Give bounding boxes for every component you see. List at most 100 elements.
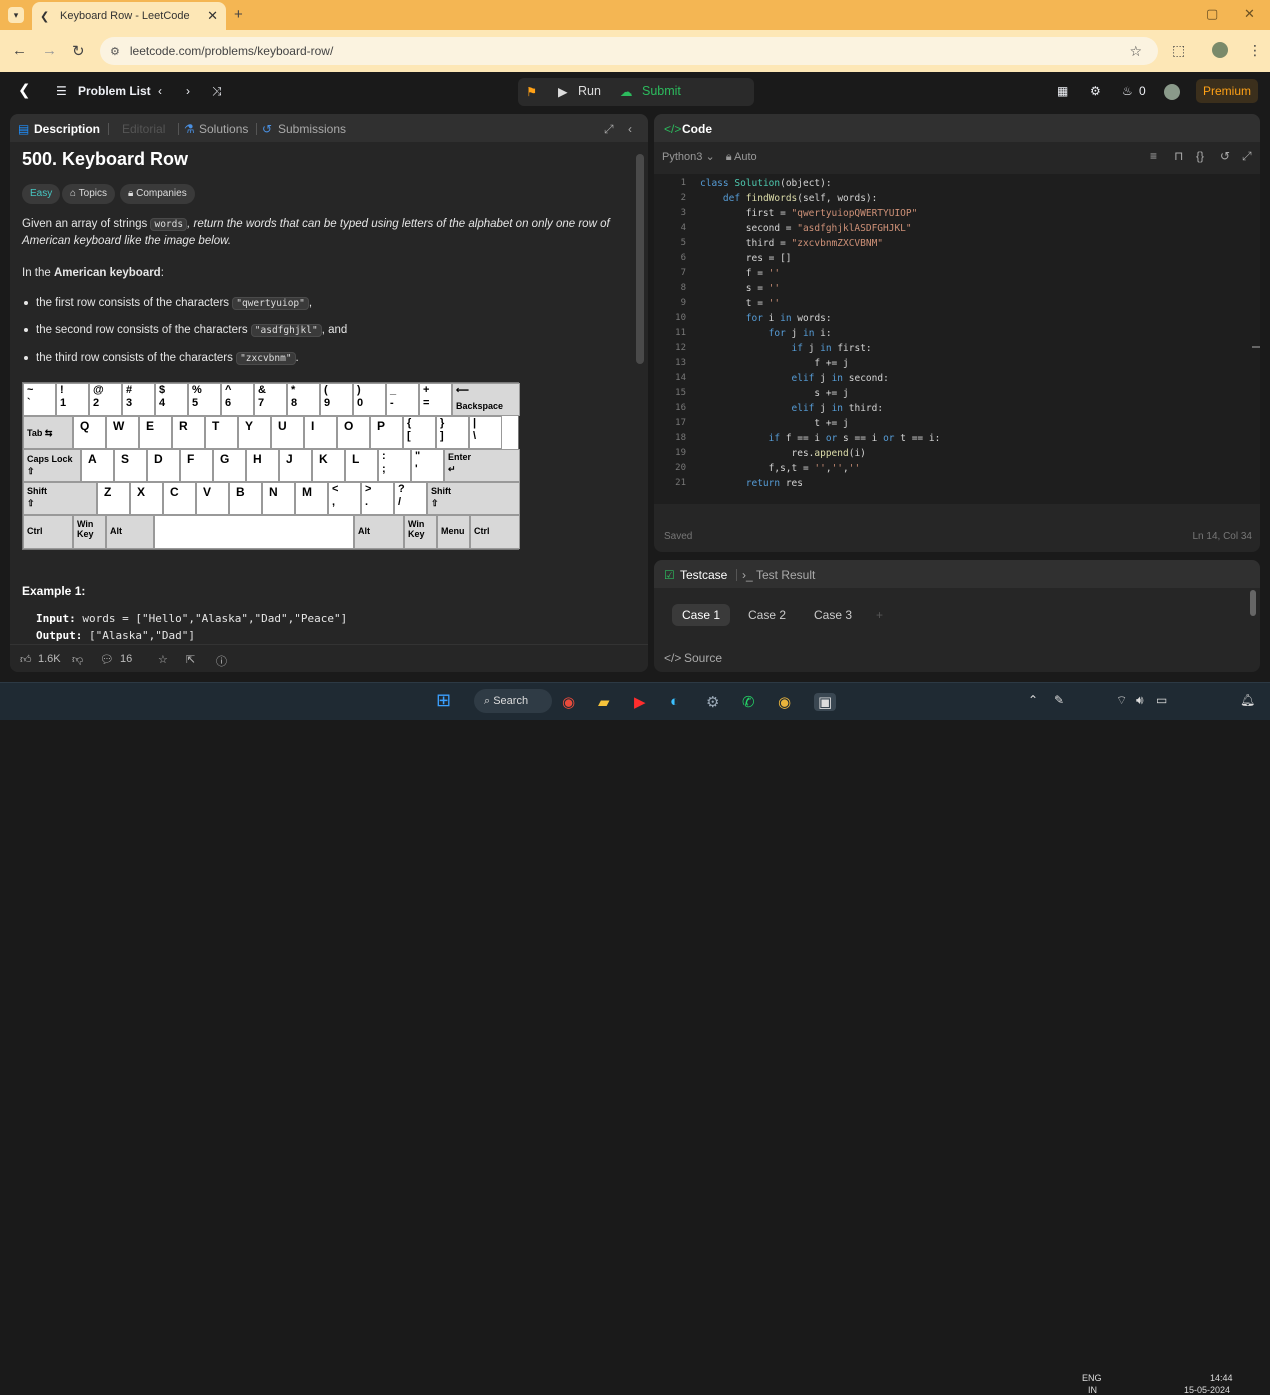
tab-test-result[interactable]: Test Result: [756, 568, 815, 582]
example-1-label: Example 1:: [22, 584, 86, 598]
prev-problem-icon[interactable]: ‹: [158, 84, 162, 98]
key-alt-left: Alt: [106, 515, 154, 549]
forward-icon[interactable]: →: [42, 42, 57, 59]
code-panel: </> Code Python3 ⌄ 🔒︎ Auto ≡ ⊓ {} ↺ ⤢ 1 c…: [654, 114, 1260, 552]
key-R: R: [172, 416, 205, 449]
favorite-star-icon[interactable]: ☆: [158, 653, 168, 666]
settings-gear-icon[interactable]: ⚙: [1090, 84, 1101, 98]
example-output: Output: ["Alaska","Dad"]: [36, 629, 195, 642]
tab-testcase[interactable]: Testcase: [680, 568, 727, 582]
minimize-icon[interactable]: ▢: [1206, 6, 1218, 22]
bookmark-icon[interactable]: ⊓: [1174, 149, 1183, 163]
key-label: ~: [27, 384, 34, 396]
like-icon[interactable]: 👍︎: [20, 653, 32, 666]
case-1-tab[interactable]: Case 1: [672, 604, 731, 626]
language-indicator[interactable]: ENG: [1082, 1373, 1102, 1383]
key-label: Z: [104, 485, 112, 499]
line-number: 7: [680, 268, 686, 278]
profile-avatar[interactable]: [1212, 42, 1228, 58]
fullscreen-icon[interactable]: ⤢: [1242, 149, 1252, 164]
tab-search-icon[interactable]: ▾: [8, 7, 24, 23]
problem-list-icon[interactable]: ☰: [56, 84, 67, 98]
editor-scrollbar[interactable]: [1252, 346, 1260, 348]
next-problem-icon[interactable]: ›: [186, 84, 190, 98]
code-line: t += j: [700, 418, 849, 429]
description-scrollbar[interactable]: [636, 154, 644, 364]
format-icon[interactable]: ≡: [1150, 149, 1157, 163]
random-problem-icon[interactable]: ⤨: [212, 84, 222, 99]
tab-description[interactable]: Description: [34, 122, 100, 136]
testcase-scrollbar[interactable]: [1250, 590, 1256, 616]
add-case-icon[interactable]: +: [866, 604, 893, 626]
problem-list-link[interactable]: Problem List: [78, 84, 151, 98]
clock-time[interactable]: 14:44: [1210, 1373, 1233, 1383]
browser-tab[interactable]: ❮ Keyboard Row - LeetCode ✕: [32, 2, 226, 30]
tab-solutions[interactable]: Solutions: [199, 122, 248, 136]
topics-chip[interactable]: ⌂ Topics: [62, 184, 115, 204]
bookmark-star-icon[interactable]: ☆: [1129, 43, 1142, 60]
run-button[interactable]: Run: [578, 84, 601, 98]
reload-icon[interactable]: ↻: [72, 42, 85, 60]
chrome-icon[interactable]: ◉: [562, 693, 575, 711]
source-link[interactable]: Source: [684, 651, 722, 665]
save-status: Saved: [664, 531, 693, 542]
taskbar-search[interactable]: ⌕ Search: [474, 689, 552, 713]
companies-chip[interactable]: 🔒︎ Companies: [120, 184, 195, 204]
help-icon[interactable]: ⓘ: [216, 653, 227, 669]
notification-bell-icon[interactable]: 🔔︎: [1240, 693, 1255, 707]
wifi-icon[interactable]: ⌔: [1116, 693, 1127, 708]
browser-menu-icon[interactable]: ⋮: [1248, 42, 1262, 59]
file-explorer-icon[interactable]: ▰: [598, 693, 610, 711]
tab-submissions[interactable]: Submissions: [278, 122, 346, 136]
battery-icon[interactable]: ▭: [1156, 693, 1167, 707]
case-2-tab[interactable]: Case 2: [738, 604, 796, 626]
comment-icon[interactable]: 💬︎: [100, 653, 114, 666]
edge-icon[interactable]: ◐: [670, 693, 679, 710]
input-value: words = ["Hello","Alaska","Dad","Peace"]: [82, 612, 348, 625]
whatsapp-icon[interactable]: ✆: [742, 693, 755, 711]
language-selector[interactable]: Python3: [662, 151, 702, 163]
close-tab-icon[interactable]: ✕: [207, 8, 218, 24]
share-icon[interactable]: ⇱: [186, 653, 195, 666]
user-avatar[interactable]: [1164, 84, 1180, 100]
key-W: W: [106, 416, 139, 449]
leetcode-logo-icon[interactable]: ❮: [18, 81, 31, 99]
extensions-icon[interactable]: ⬚: [1172, 42, 1185, 59]
layout-icon[interactable]: ▦: [1057, 84, 1068, 98]
line-number: 11: [675, 328, 686, 338]
submit-button[interactable]: Submit: [642, 84, 681, 98]
settings-icon[interactable]: ⚙: [706, 693, 719, 711]
dislike-icon[interactable]: 👎︎: [72, 653, 83, 666]
address-bar[interactable]: ⚙ leetcode.com/problems/keyboard-row/ ☆: [100, 37, 1158, 65]
key-label: ^: [225, 384, 232, 396]
volume-icon[interactable]: 🔊︎: [1136, 693, 1144, 708]
debug-icon[interactable]: ⚑: [526, 84, 537, 99]
close-window-icon[interactable]: ✕: [1244, 6, 1255, 22]
auto-mode[interactable]: Auto: [734, 151, 757, 163]
comment-count: 16: [120, 653, 133, 665]
braces-icon[interactable]: {}: [1196, 149, 1204, 163]
maximize-icon[interactable]: ⤢: [604, 122, 614, 137]
tab-separator: [256, 123, 257, 135]
pen-icon[interactable]: ✎: [1054, 693, 1064, 707]
chrome-profile-icon[interactable]: ◉: [778, 693, 791, 711]
reset-icon[interactable]: ↺: [1220, 149, 1230, 163]
premium-button[interactable]: Premium: [1196, 79, 1258, 103]
key-sym: " ': [411, 449, 444, 482]
key-sym: >.: [361, 482, 394, 515]
description-tabs: ▤ Description Editorial ⚗ Solutions ↺ Su…: [10, 114, 648, 142]
collapse-icon[interactable]: ‹: [628, 122, 632, 136]
case-3-tab[interactable]: Case 3: [804, 604, 862, 626]
tab-editorial[interactable]: Editorial: [122, 122, 165, 136]
windows-start-icon[interactable]: ⊞: [436, 690, 451, 711]
key-Q: Q: [73, 416, 106, 449]
show-hidden-icons[interactable]: ⌃: [1028, 693, 1038, 707]
active-app-icon[interactable]: ▣: [814, 693, 837, 711]
key-label: P: [377, 419, 386, 433]
new-tab-icon[interactable]: +: [234, 6, 243, 23]
back-icon[interactable]: ←: [12, 42, 27, 59]
key-label: [: [407, 430, 411, 442]
code-editor[interactable]: 1 class Solution(object): 2 def findWords(…: [654, 174, 1260, 504]
site-info-icon[interactable]: ⚙: [110, 45, 120, 58]
youtube-icon[interactable]: ▶: [634, 693, 646, 711]
